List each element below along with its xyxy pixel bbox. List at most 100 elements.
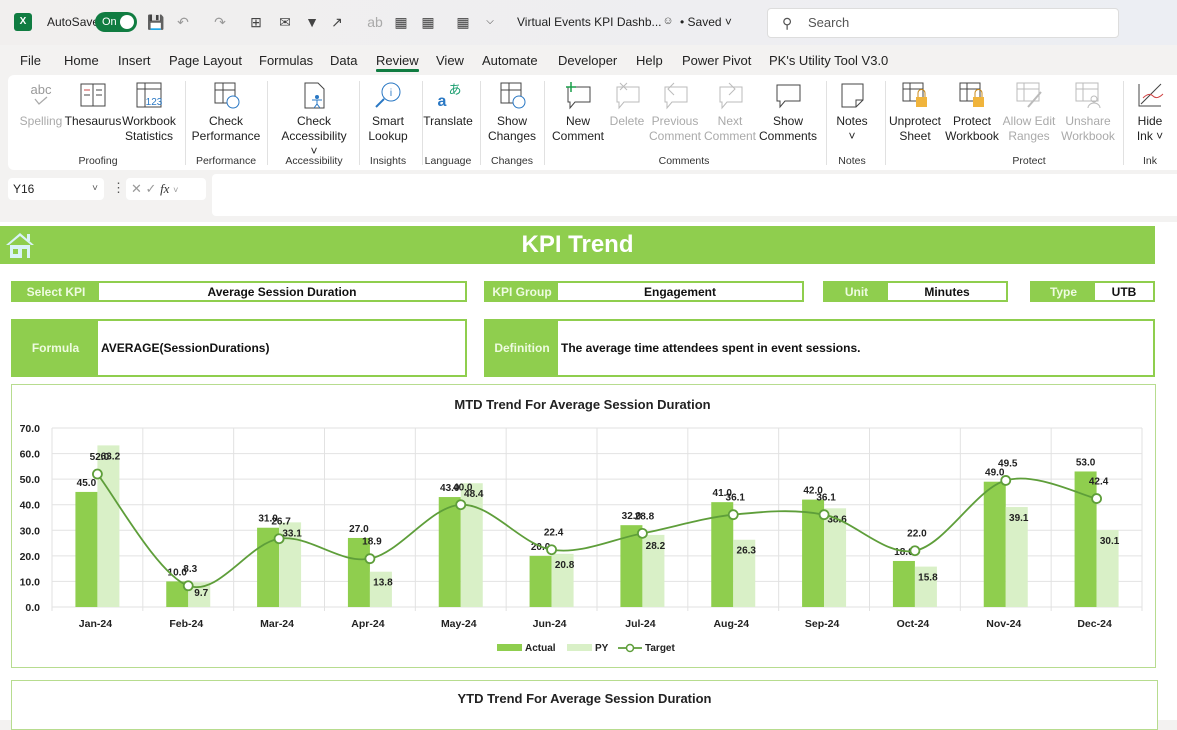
ribbon-group-ink: Ink bbox=[1142, 155, 1157, 167]
borders-icon[interactable]: ⊞ bbox=[246, 12, 266, 32]
unit-label: Unit bbox=[825, 283, 888, 300]
ribbon-button-unshare-workbook[interactable]: Unshare Workbook bbox=[1053, 80, 1123, 144]
x-tick-label: May-24 bbox=[441, 618, 477, 630]
mail-icon[interactable]: ✉ bbox=[275, 12, 295, 32]
menu-tab-power-pivot[interactable]: Power Pivot bbox=[682, 53, 751, 68]
ribbon-button-label: Translate bbox=[423, 114, 473, 128]
menu-tab-data[interactable]: Data bbox=[330, 53, 357, 68]
ytd-chart[interactable]: YTD Trend For Average Session Duration bbox=[11, 680, 1158, 730]
redo-icon[interactable]: ↷ bbox=[210, 12, 230, 32]
ribbon-button-label-2: Workbook bbox=[945, 129, 999, 143]
x-tick-label: Jun-24 bbox=[533, 618, 567, 630]
share-icon[interactable]: ↗ bbox=[327, 12, 347, 32]
hide-ink-icon bbox=[1138, 83, 1164, 107]
data-label-target: 26.7 bbox=[271, 517, 291, 528]
notes-icon bbox=[841, 83, 864, 108]
ribbon-button-label-2: Comment bbox=[648, 129, 701, 143]
ribbon-separator bbox=[885, 81, 886, 165]
fx-icon[interactable]: fx bbox=[160, 181, 169, 196]
target-point bbox=[1091, 493, 1102, 504]
ribbon-button-check-accessibility[interactable]: Check Accessibility ˅ bbox=[279, 80, 349, 159]
select-kpi-label: Select KPI bbox=[13, 283, 99, 300]
ribbon-group-accessibility: Accessibility bbox=[285, 155, 343, 167]
undo-icon[interactable]: ↶ bbox=[173, 12, 193, 32]
ribbon-separator bbox=[1123, 81, 1124, 165]
search-icon: ⚲ bbox=[782, 15, 793, 31]
ribbon-button-label-2: Performance bbox=[191, 129, 261, 143]
document-title[interactable]: Virtual Events KPI Dashb... bbox=[517, 15, 662, 29]
target-point bbox=[909, 545, 921, 557]
spell-icon[interactable]: ab bbox=[365, 12, 385, 32]
menu-tab-review[interactable]: Review bbox=[376, 53, 419, 72]
calculator-icon[interactable]: ▦ bbox=[418, 12, 438, 32]
ribbon-button-label: Check bbox=[296, 114, 331, 128]
x-tick-label: Aug-24 bbox=[713, 618, 749, 630]
show-changes-icon bbox=[500, 82, 526, 109]
svg-text:abc: abc bbox=[31, 82, 52, 97]
svg-text:i: i bbox=[390, 88, 392, 99]
mtd-chart-svg: MTD Trend For Average Session Duration 0.… bbox=[20, 397, 1143, 654]
table-icon[interactable]: ▦ bbox=[391, 12, 411, 32]
data-label-target: 40.0 bbox=[453, 483, 473, 494]
autosave-toggle[interactable]: On bbox=[95, 12, 137, 32]
kpi-group-value: Engagement bbox=[643, 284, 716, 299]
ribbon-button-check-performance[interactable]: Check Performance bbox=[191, 80, 261, 144]
target-point bbox=[818, 509, 830, 521]
protect-workbook-icon bbox=[959, 82, 984, 107]
menu-tab-file[interactable]: File bbox=[20, 53, 41, 68]
page-title: KPI Trend bbox=[521, 231, 634, 258]
save-icon[interactable]: 💾 bbox=[146, 12, 166, 32]
saved-status[interactable]: • Saved ˅ bbox=[680, 15, 732, 29]
x-tick-label: Oct-24 bbox=[897, 618, 930, 630]
target-point bbox=[546, 544, 557, 556]
ribbon-button-translate[interactable]: a あ Translate bbox=[413, 80, 483, 129]
data-label-target: 36.1 bbox=[726, 493, 746, 504]
ribbon-button-show-changes[interactable]: Show Changes bbox=[477, 80, 547, 144]
menu-tab-formulas[interactable]: Formulas bbox=[259, 53, 313, 68]
name-box-value: Y16 bbox=[13, 182, 35, 196]
ribbon-button-label-2: Statistics bbox=[124, 129, 173, 143]
ribbon-button-label: Notes bbox=[836, 114, 868, 128]
ribbon-separator bbox=[544, 81, 545, 165]
ribbon-group-notes: Notes bbox=[838, 155, 866, 167]
data-label-actual: 45.0 bbox=[77, 478, 97, 489]
menu-tab-pk-s-utility-tool-v3-0[interactable]: PK's Utility Tool V3.0 bbox=[769, 53, 888, 68]
formula-box: Formula AVERAGE(SessionDurations) bbox=[11, 319, 467, 377]
select-kpi-dropdown[interactable]: Average Session Duration bbox=[99, 283, 465, 300]
menu-tab-home[interactable]: Home bbox=[64, 53, 99, 68]
menu-tab-automate[interactable]: Automate bbox=[482, 53, 538, 68]
cancel-icon[interactable]: ✕ bbox=[131, 181, 142, 196]
more-options-icon[interactable]: ⋮ bbox=[112, 180, 125, 196]
ribbon-button-hide-ink[interactable]: Hide Ink ˅ bbox=[1115, 80, 1177, 144]
x-tick-label: Dec-24 bbox=[1077, 618, 1112, 630]
calculator2-icon[interactable]: ▦ bbox=[453, 12, 473, 32]
ribbon-button-workbook-statistics[interactable]: 123 Workbook Statistics bbox=[114, 80, 184, 144]
coauthor-icon: ☺ bbox=[662, 15, 674, 27]
workbook-statistics-icon: 123 bbox=[136, 82, 163, 108]
enter-icon[interactable]: ✓ bbox=[146, 181, 157, 196]
ribbon-button-label: New bbox=[565, 114, 590, 128]
name-box[interactable]: Y16 ˅ bbox=[8, 178, 104, 200]
chevron-down-icon: ˅ bbox=[724, 15, 732, 29]
mtd-chart[interactable]: MTD Trend For Average Session Duration 0.… bbox=[11, 384, 1156, 668]
menu-tab-developer[interactable]: Developer bbox=[558, 53, 617, 68]
target-point bbox=[273, 533, 285, 545]
menu-tab-help[interactable]: Help bbox=[636, 53, 663, 68]
menu-tab-insert[interactable]: Insert bbox=[118, 53, 151, 68]
ribbon-button-label-2: Comment bbox=[703, 129, 756, 143]
ribbon-button-label: Workbook bbox=[122, 114, 176, 128]
menu-tab-view[interactable]: View bbox=[436, 53, 464, 68]
ribbon-separator bbox=[359, 81, 360, 165]
formula-input[interactable] bbox=[212, 174, 1177, 216]
ribbon-button-notes[interactable]: Notes ˅ bbox=[817, 80, 887, 144]
search-input[interactable]: ⚲ Search bbox=[767, 8, 1119, 38]
data-label-target: 22.4 bbox=[544, 528, 564, 539]
ribbon-button-show-comments[interactable]: Show Comments bbox=[753, 80, 823, 144]
menu-tab-page-layout[interactable]: Page Layout bbox=[169, 53, 242, 68]
ribbon-button-label: Unprotect bbox=[888, 114, 942, 128]
unshare-workbook-icon bbox=[1075, 82, 1101, 109]
search-placeholder: Search bbox=[808, 15, 850, 30]
ribbon-button-label-2: ˅ bbox=[848, 129, 856, 143]
filter-icon[interactable]: ▼ bbox=[302, 12, 322, 32]
customize-qat-icon[interactable]: ⌵ bbox=[480, 12, 500, 32]
